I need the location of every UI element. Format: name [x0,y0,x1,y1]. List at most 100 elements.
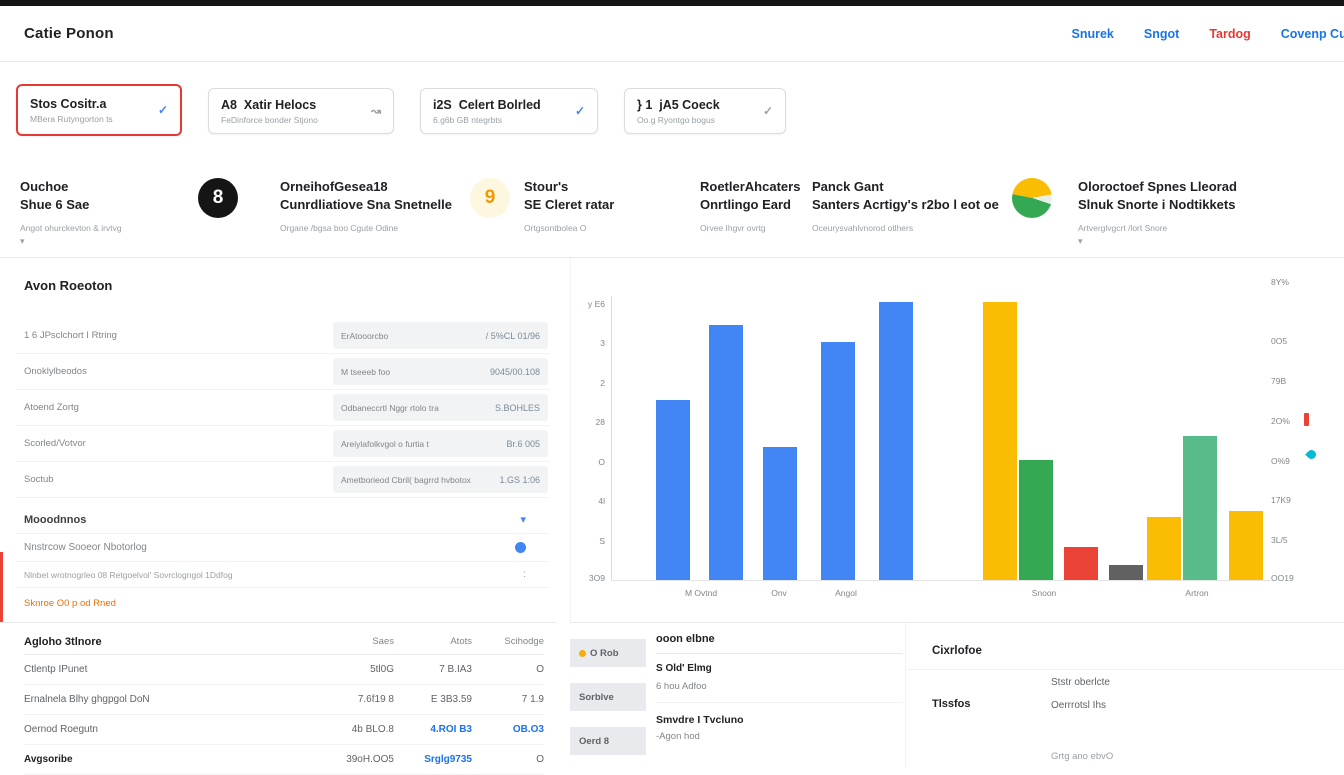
chart-bar[interactable] [1183,436,1217,580]
activity-row[interactable]: S Old' Elmg [656,663,903,674]
feature-item[interactable]: Oloroctoef Spnes Lleorad Slnuk Snorte i … [1078,178,1237,247]
chart-bar[interactable] [1109,565,1143,580]
stat-card-title: A8 Xatir Helocs [221,98,363,112]
field-value: 9045/00.108 [490,367,540,377]
feature-title: Ouchoe Shue 6 Sae [20,178,122,213]
stat-card[interactable]: A8 Xatir HelocsFeDinforce bonder Stjono ↝ [208,88,394,134]
feature-item[interactable]: Panck Gant Santers Acrtigy's r2bo l eot … [812,178,999,233]
field-name: Ametborieod Cbril( bagrrd hvbotoxy [341,475,471,485]
table-row[interactable]: Avgsoribe39oH.OO5Srglg9735O [24,745,544,775]
activity-tab[interactable]: O Rob [570,639,646,667]
report-row-field[interactable]: Odbaneccrtl Nggr rtolo traS.BOHLES [333,394,548,421]
feature-title: OrneihofGesea18 Cunrdliatiove Sna Snetne… [280,178,452,213]
y-axis-tick-right: 3L/5 [1271,535,1288,545]
activity-tab[interactable]: Oerd 8 [570,727,646,755]
activity-tab-label: Oerd 8 [579,736,609,747]
field-value: Br.6 005 [506,439,540,449]
y-axis-tick-right: 17K9 [1271,495,1291,505]
chart-bar[interactable] [709,325,743,580]
table-cell[interactable]: OB.O3 [472,724,544,735]
circle-8-badge-icon[interactable]: 8 [198,178,238,218]
table-cell: 5tl0G [324,664,394,675]
table-row[interactable]: Oernod Roegutn4b BLO.84.ROI B3OB.O3 [24,715,544,745]
feature-item[interactable]: Ouchoe Shue 6 SaeAngot ohurckevton & irv… [20,178,122,247]
report-sub-row[interactable]: Nlnbet wrotnogrleo 08 Retgoelvol' Sovrcl… [16,562,550,588]
field-name: M tseeeb foo [341,367,390,377]
chevron-down-icon[interactable]: ▾ [1078,236,1237,247]
report-panel-title: Avon Roeoton [24,278,112,293]
chart-bar[interactable] [656,400,690,580]
stat-card[interactable]: i2S Celert Bolrled6.g6b GB ntegrbts✓ [420,88,598,134]
x-axis-label: Snoon [1032,588,1057,598]
stat-card-subtitle: Oo.g Ryontgo bogus [637,115,755,125]
report-row-field[interactable]: M tseeeb foo 9045/00.108 [333,358,548,385]
activity-tab[interactable]: Sorblve [570,683,646,711]
accent-dot-icon [579,650,586,657]
report-row-label: 1 6 JPsclchort I Rtring [16,330,333,341]
report-row-label: Scorled/Votvor [16,438,333,449]
nav-link[interactable]: Covenp Cuon [1281,27,1344,41]
feature-item[interactable]: RoetlerAhcaters Onrtlingo EardOrvee Ihgv… [700,178,800,233]
report-row: 1 6 JPsclchort I RtringErAtooorcbo/ 5%CL… [16,318,550,354]
report-row-field[interactable]: ErAtooorcbo/ 5%CL 01/96 [333,322,548,349]
chart-bar[interactable] [821,342,855,580]
check-icon: ✓ [575,104,585,118]
report-expand-row[interactable]: Mooodnnos ▾ [16,506,550,534]
report-row-label: Atoend Zortg [16,402,333,413]
stat-card-text: A8 Xatir HelocsFeDinforce bonder Stjono [221,98,363,125]
info-dot-icon [515,542,526,553]
nav-link[interactable]: Sngot [1144,27,1179,41]
table-row[interactable]: Ernalnela Blhy ghgpgol DoN7.6f19 8E 3B3.… [24,685,544,715]
activity-row[interactable]: 6 hou Adfoo [656,681,903,703]
nav-link[interactable]: Tardog [1209,27,1250,41]
report-row: Atoend ZortgOdbaneccrtl Nggr rtolo traS.… [16,390,550,426]
badge-9-icon[interactable]: 9 [470,178,510,218]
chart-bar[interactable] [879,302,913,580]
stat-card[interactable]: } 1 jA5 CoeckOo.g Ryontgo bogus ✓ [624,88,786,134]
table-cell: O [472,754,544,765]
feature-item[interactable]: OrneihofGesea18 Cunrdliatiove Sna Snetne… [280,178,452,233]
trend-arrow-icon: ↝ [371,104,381,118]
side-panel-row2-value: Oerrrotsl Ihs [1051,700,1106,711]
activity-row[interactable]: ooon elbne [656,627,903,654]
stat-card[interactable]: Stos Cositr.aMBera Rutyngorton ts✓ [16,84,182,136]
table-cell[interactable]: 4.ROI B3 [394,724,472,735]
table-cell[interactable]: Srglg9735 [394,754,472,765]
table-row[interactable]: Ctlentp IPunet5tl0G7 B.IA3O [24,655,544,685]
table-cell: 7.6f19 8 [324,694,394,705]
activity-row[interactable]: -Agon hod [656,731,903,742]
report-row: SoctubAmetborieod Cbril( bagrrd hvbotoxy… [16,462,550,498]
stat-card-title: i2S Celert Bolrled [433,98,567,112]
chevron-down-icon[interactable]: ▾ [20,236,122,247]
field-name: Odbaneccrtl Nggr rtolo tra [341,403,439,413]
activity-row[interactable]: Smvdre I Tvcluno [656,714,903,726]
check-icon: ✓ [763,104,773,118]
chart-bar[interactable] [763,447,797,580]
features-row: Ouchoe Shue 6 SaeAngot ohurckevton & irv… [0,152,1344,258]
feature-caption: Ortgsontbolea O [524,223,614,233]
feature-title: Panck Gant Santers Acrtigy's r2bo l eot … [812,178,999,213]
chart-bar[interactable] [1229,511,1263,580]
y-axis-line [611,296,612,580]
stat-card-text: } 1 jA5 CoeckOo.g Ryontgo bogus [637,98,755,125]
side-panel-footer: Grtg ano ebvO [1051,751,1113,762]
report-alert-label: Sknroe O0 p od Rned [24,598,116,609]
table-cell: O [472,664,544,675]
report-alert-row[interactable]: Sknroe O0 p od Rned [16,588,550,618]
x-axis-line [611,580,1271,581]
feature-caption: Artverglvgcrt /lort Snore [1078,223,1237,233]
chart-bar[interactable] [983,302,1017,580]
table-title: Agloho 3tlnore [24,636,324,648]
chart-bar[interactable] [1019,460,1053,580]
report-link-row[interactable]: Nnstrcow Sooeor Nbotorlog [16,534,550,562]
y-axis-tick-left: 4l [571,496,605,506]
chart-bar[interactable] [1064,547,1098,580]
pie-chart-icon[interactable] [1012,178,1052,218]
report-row-field[interactable]: Ametborieod Cbril( bagrrd hvbotoxy1.GS 1… [333,466,548,493]
nav-link[interactable]: Snurek [1072,27,1114,41]
chart-bar[interactable] [1147,517,1181,580]
feature-item[interactable]: Stour's SE Cleret ratarOrtgsontbolea O [524,178,614,233]
report-row-field[interactable]: Areiylafolkvgol o furtia tBr.6 005 [333,430,548,457]
x-axis-label: Artron [1185,588,1208,598]
table-cell: E 3B3.59 [394,694,472,705]
